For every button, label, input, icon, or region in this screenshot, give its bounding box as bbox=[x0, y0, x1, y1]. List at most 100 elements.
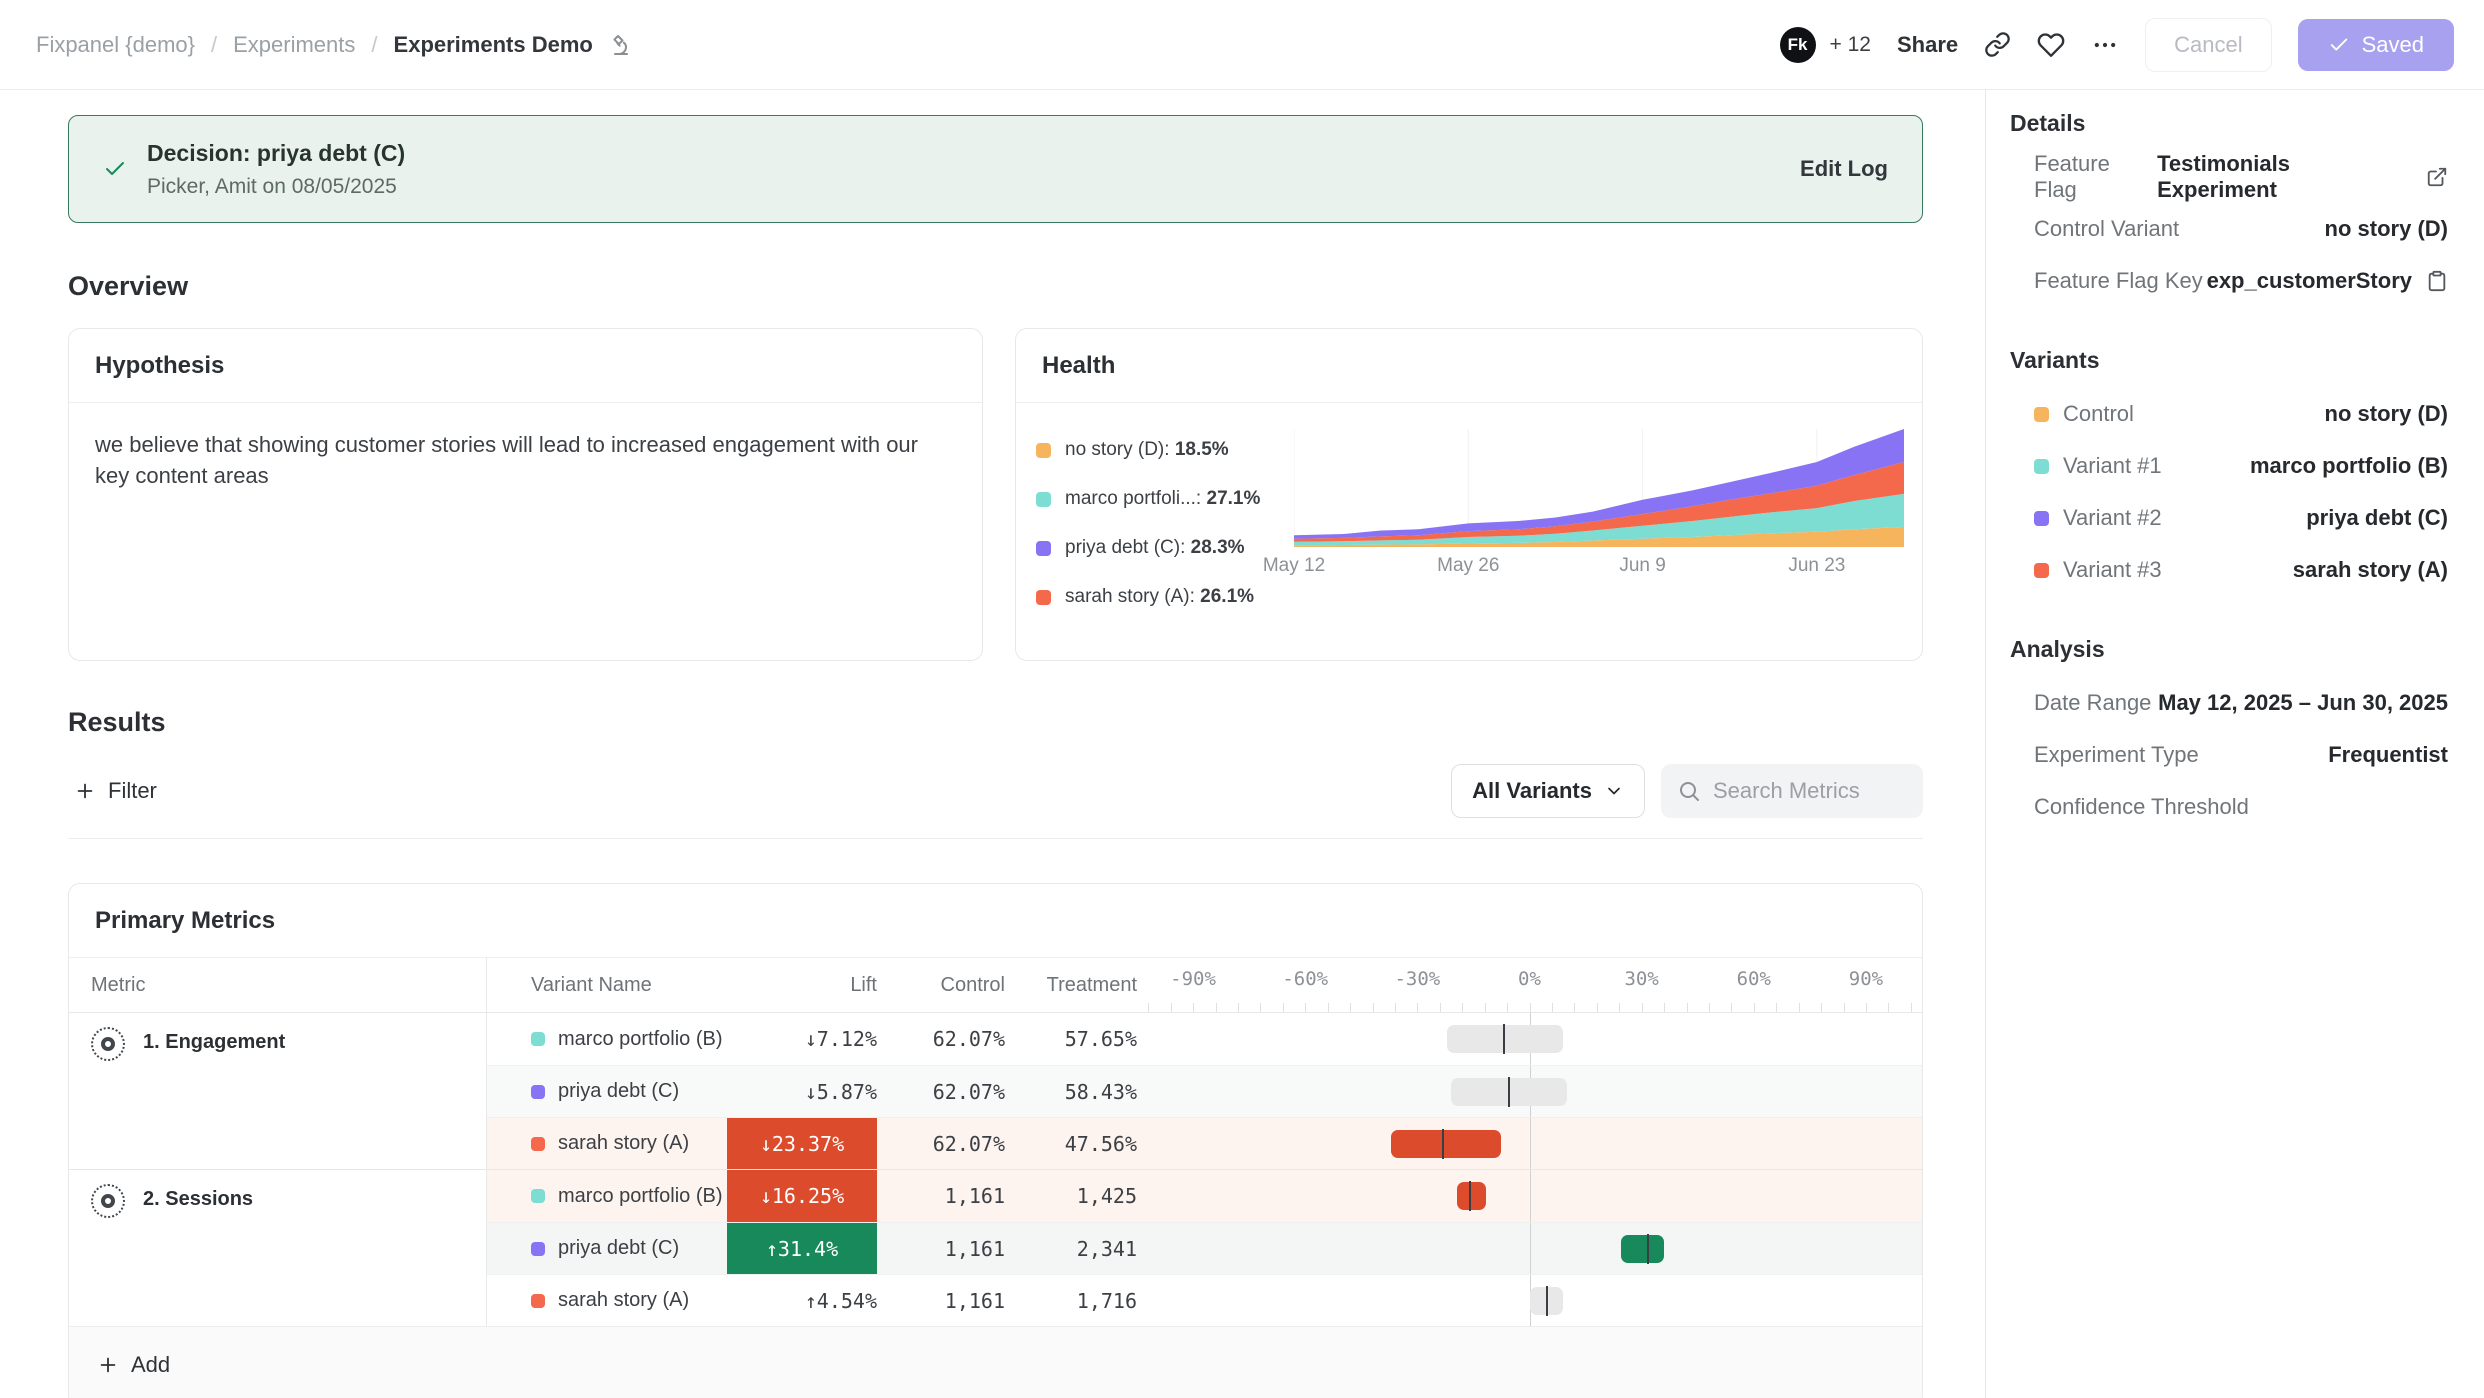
microscope-icon bbox=[609, 33, 633, 57]
add-metric-button[interactable]: Add bbox=[97, 1352, 170, 1378]
sidebar-row: Variant #3 sarah story (A) bbox=[2010, 544, 2448, 596]
confidence-interval-bar[interactable] bbox=[1447, 1025, 1563, 1053]
sidebar-value-text: Testimonials Experiment bbox=[2157, 151, 2412, 203]
saved-button-label: Saved bbox=[2362, 32, 2424, 58]
variant-swatch bbox=[531, 1294, 545, 1308]
control-value: 1,161 bbox=[877, 1275, 1005, 1326]
metric-cell[interactable]: 1. Engagement bbox=[69, 1013, 487, 1169]
ci-axis-header: -90%-60%-30%0%30%60%90% bbox=[1137, 958, 1922, 1012]
collaborator-count[interactable]: + 12 bbox=[1830, 33, 1871, 57]
sidebar-row: Variant #1 marco portfolio (B) bbox=[2010, 440, 2448, 492]
variants-dropdown[interactable]: All Variants bbox=[1451, 764, 1645, 818]
copy-link-icon[interactable] bbox=[1984, 31, 2011, 58]
lift-value: ↓7.12% bbox=[727, 1013, 877, 1065]
overview-heading: Overview bbox=[68, 271, 1923, 302]
sidebar-row: Control no story (D) bbox=[2010, 388, 2448, 440]
variant-swatch bbox=[531, 1032, 545, 1046]
sidebar-section-details: DetailsFeature Flag Testimonials Experim… bbox=[2010, 110, 2448, 307]
variant-swatch bbox=[531, 1085, 545, 1099]
treatment-value: 2,341 bbox=[1005, 1223, 1137, 1274]
ci-axis-tick bbox=[1911, 1003, 1912, 1012]
table-row[interactable]: priya debt (C) ↑31.4% 1,161 2,341 bbox=[487, 1222, 1922, 1274]
lift-value: ↑4.54% bbox=[727, 1275, 877, 1326]
sidebar-section-title: Details bbox=[2010, 110, 2448, 137]
variant-name-cell: marco portfolio (B) bbox=[487, 1170, 727, 1222]
confidence-interval-bar[interactable] bbox=[1621, 1235, 1664, 1263]
table-row[interactable]: sarah story (A) ↓23.37% 62.07% 47.56% bbox=[487, 1117, 1922, 1169]
control-value: 62.07% bbox=[877, 1118, 1005, 1169]
variant-name: priya debt (C) bbox=[558, 1237, 679, 1260]
metric-group: 2. Sessions marco portfolio (B) ↓16.25% … bbox=[69, 1169, 1922, 1326]
column-header-metric: Metric bbox=[69, 958, 487, 1012]
sidebar-value-text: marco portfolio (B) bbox=[2250, 453, 2448, 479]
cancel-button[interactable]: Cancel bbox=[2145, 18, 2271, 72]
saved-button[interactable]: Saved bbox=[2298, 19, 2454, 71]
variant-rows: marco portfolio (B) ↓7.12% 62.07% 57.65%… bbox=[487, 1013, 1922, 1169]
lift-value: ↓5.87% bbox=[727, 1066, 877, 1117]
sidebar-value-text: no story (D) bbox=[2325, 216, 2448, 242]
x-axis-tick-label: Jun 23 bbox=[1788, 555, 1845, 577]
sidebar-row: Confidence Threshold bbox=[2010, 781, 2448, 833]
column-header-variant: Variant Name bbox=[487, 974, 727, 997]
sidebar-row-label: Variant #1 bbox=[2034, 453, 2162, 479]
metric-cell[interactable]: 2. Sessions bbox=[69, 1170, 487, 1326]
decision-check-icon bbox=[103, 157, 127, 181]
variant-name-cell: sarah story (A) bbox=[487, 1118, 727, 1169]
breadcrumb-separator: / bbox=[371, 32, 377, 58]
breadcrumb-current: Experiments Demo bbox=[394, 32, 593, 58]
table-row[interactable]: marco portfolio (B) ↓16.25% 1,161 1,425 bbox=[487, 1170, 1922, 1222]
sidebar-row-label: Variant #3 bbox=[2034, 557, 2162, 583]
ci-axis-tick bbox=[1597, 1003, 1598, 1012]
breadcrumb-project[interactable]: Fixpanel {demo} bbox=[36, 32, 195, 58]
share-button[interactable]: Share bbox=[1897, 32, 1958, 58]
favorite-heart-icon[interactable] bbox=[2037, 31, 2065, 59]
sidebar-value-text: exp_customerStory bbox=[2207, 268, 2412, 294]
ci-axis-tick bbox=[1305, 1003, 1306, 1012]
table-row[interactable]: priya debt (C) ↓5.87% 62.07% 58.43% bbox=[487, 1065, 1922, 1117]
breadcrumb-experiments[interactable]: Experiments bbox=[233, 32, 355, 58]
ci-axis-tick bbox=[1799, 1003, 1800, 1012]
x-axis-tick-label: May 12 bbox=[1263, 555, 1325, 577]
health-card-title: Health bbox=[1016, 329, 1922, 403]
lift-value: ↓23.37% bbox=[727, 1118, 877, 1169]
x-axis-tick-label: Jun 9 bbox=[1619, 555, 1665, 577]
sidebar-section-title: Variants bbox=[2010, 347, 2448, 374]
sidebar-row-value: sarah story (A) bbox=[2293, 557, 2448, 583]
confidence-interval-bar[interactable] bbox=[1457, 1182, 1487, 1210]
ci-axis-tick bbox=[1731, 1003, 1732, 1012]
variant-rows: marco portfolio (B) ↓16.25% 1,161 1,425 … bbox=[487, 1170, 1922, 1326]
avatar[interactable]: Fk bbox=[1780, 27, 1816, 63]
sidebar-row-label: Control Variant bbox=[2034, 216, 2179, 242]
variant-name-cell: priya debt (C) bbox=[487, 1066, 727, 1117]
confidence-interval-bar[interactable] bbox=[1391, 1130, 1501, 1158]
sidebar-row-value: no story (D) bbox=[2325, 216, 2448, 242]
ci-axis-tick bbox=[1866, 1003, 1867, 1012]
treatment-value: 1,425 bbox=[1005, 1170, 1137, 1222]
column-header-control: Control bbox=[877, 974, 1005, 997]
variant-swatch bbox=[531, 1189, 545, 1203]
table-row[interactable]: marco portfolio (B) ↓7.12% 62.07% 57.65% bbox=[487, 1013, 1922, 1065]
sidebar-row: Feature Flag Key exp_customerStory bbox=[2010, 255, 2448, 307]
search-icon bbox=[1677, 779, 1701, 803]
sidebar-row-value: marco portfolio (B) bbox=[2250, 453, 2448, 479]
table-row[interactable]: sarah story (A) ↑4.54% 1,161 1,716 bbox=[487, 1274, 1922, 1326]
table-header-row: Metric Variant Name Lift Control Treatme… bbox=[69, 958, 1922, 1012]
header-actions: Fk + 12 Share Cancel Saved bbox=[1780, 18, 2455, 72]
health-area-chart bbox=[1294, 429, 1904, 547]
more-options-icon[interactable] bbox=[2091, 31, 2119, 59]
legend-item: marco portfoli...: 27.1% bbox=[1036, 488, 1286, 510]
sidebar-row-value: no story (D) bbox=[2325, 401, 2448, 427]
health-chart-x-labels: May 12May 26Jun 9Jun 23 bbox=[1294, 553, 1904, 583]
search-metrics-input[interactable] bbox=[1713, 778, 1903, 804]
sidebar-row-value: Testimonials Experiment bbox=[2157, 151, 2448, 203]
external-link-icon[interactable] bbox=[2426, 166, 2448, 188]
variant-name-cell: marco portfolio (B) bbox=[487, 1013, 727, 1065]
ci-axis-tick bbox=[1664, 1003, 1665, 1012]
ci-axis-tick-label: 90% bbox=[1849, 968, 1883, 990]
top-bar: Fixpanel {demo} / Experiments / Experime… bbox=[0, 0, 2484, 90]
edit-log-button[interactable]: Edit Log bbox=[1800, 156, 1888, 182]
add-filter-button[interactable]: Filter bbox=[68, 778, 171, 804]
zero-line bbox=[1530, 1170, 1531, 1222]
legend-swatch bbox=[1036, 492, 1051, 507]
copy-icon[interactable] bbox=[2426, 270, 2448, 292]
